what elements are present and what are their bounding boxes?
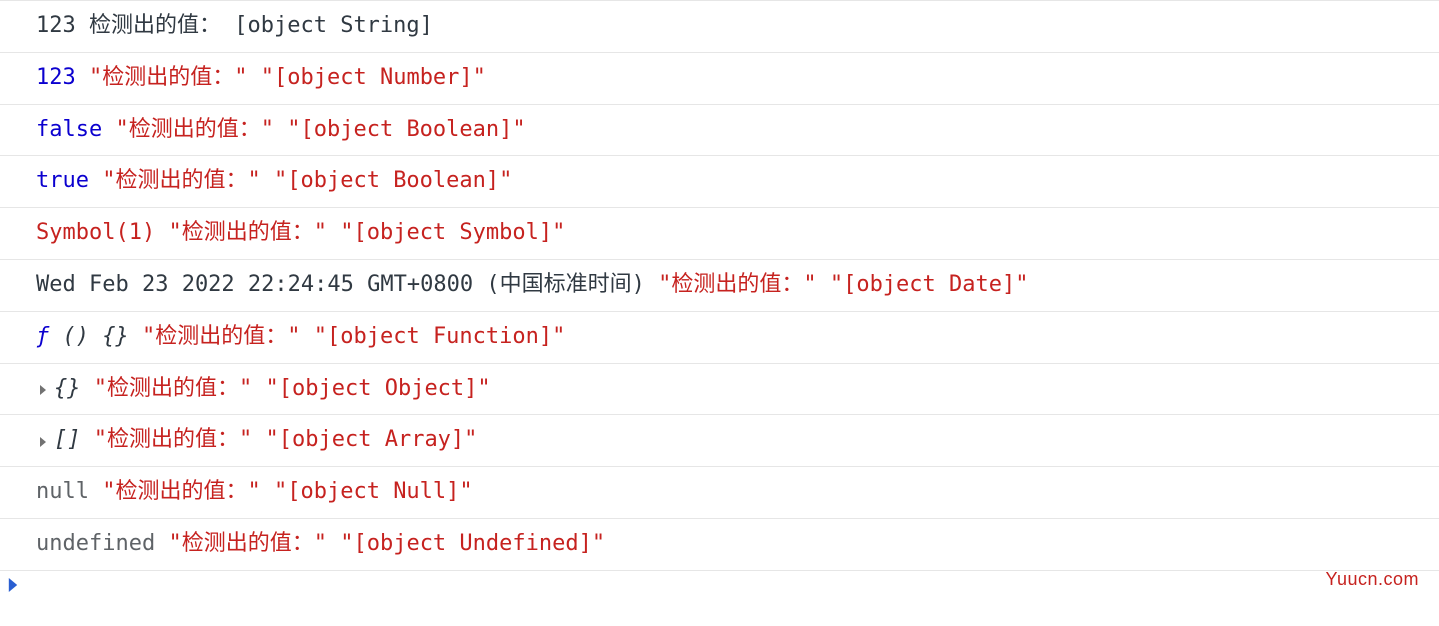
console-token xyxy=(102,115,115,146)
console-token: "检测出的值：" xyxy=(102,477,261,508)
console-row: ƒ () {} "检测出的值：" "[object Function]" xyxy=(0,312,1439,364)
console-token: "检测出的值：" xyxy=(658,270,817,301)
console-token xyxy=(248,63,261,94)
console-token xyxy=(155,218,168,249)
console-token xyxy=(274,115,287,146)
console-row: undefined "检测出的值：" "[object Undefined]" xyxy=(0,519,1439,571)
console-token: "[object Object]" xyxy=(266,374,491,405)
console-token: Symbol(1) xyxy=(36,218,155,249)
console-token: () {} xyxy=(49,322,128,353)
console-token xyxy=(327,218,340,249)
console-token: undefined xyxy=(36,529,155,560)
console-token xyxy=(81,425,94,456)
console-row: null "检测出的值：" "[object Null]" xyxy=(0,467,1439,519)
console-prompt-row[interactable] xyxy=(0,571,1439,599)
console-token: "[object Boolean]" xyxy=(274,166,512,197)
console-token: "检测出的值：" xyxy=(115,115,274,146)
console-token: "[object Boolean]" xyxy=(287,115,525,146)
console-row: true "检测出的值：" "[object Boolean]" xyxy=(0,156,1439,208)
console-token xyxy=(300,322,313,353)
console-token xyxy=(817,270,830,301)
console-token: 123 xyxy=(36,63,76,94)
console-token xyxy=(252,425,265,456)
console-token: "检测出的值：" xyxy=(94,374,253,405)
console-token xyxy=(261,166,274,197)
console-row: Symbol(1) "检测出的值：" "[object Symbol]" xyxy=(0,208,1439,260)
console-token xyxy=(252,374,265,405)
console-input[interactable] xyxy=(24,571,1431,598)
console-token: [object String] xyxy=(234,11,433,42)
console-row: Wed Feb 23 2022 22:24:45 GMT+0800 (中国标准时… xyxy=(0,260,1439,312)
console-token xyxy=(645,270,658,301)
console-token: 123 检测出的值： xyxy=(36,11,234,42)
chevron-right-icon xyxy=(6,578,24,592)
console-token: true xyxy=(36,166,89,197)
console-token xyxy=(89,477,102,508)
watermark-text: Yuucn.com xyxy=(1325,567,1419,592)
console-token: "检测出的值：" xyxy=(168,529,327,560)
console-token: "[object Array]" xyxy=(266,425,478,456)
console-token: "[object Symbol]" xyxy=(340,218,565,249)
triangle-right-icon[interactable] xyxy=(36,435,50,449)
console-row: 123 "检测出的值：" "[object Number]" xyxy=(0,53,1439,105)
console-token: "检测出的值：" xyxy=(102,166,261,197)
console-token xyxy=(327,529,340,560)
console-token: null xyxy=(36,477,89,508)
console-token: Wed Feb 23 2022 22:24:45 GMT+0800 (中国标准时… xyxy=(36,270,645,301)
triangle-right-icon[interactable] xyxy=(36,383,50,397)
console-token: ƒ xyxy=(36,322,49,353)
console-token xyxy=(76,63,89,94)
console-rows: 123 检测出的值： [object String]123 "检测出的值：" "… xyxy=(0,0,1439,571)
console-token: "检测出的值：" xyxy=(168,218,327,249)
console-token: "[object Date]" xyxy=(830,270,1029,301)
console-token: "检测出的值：" xyxy=(142,322,301,353)
console-token: "[object Number]" xyxy=(261,63,486,94)
console-token: "检测出的值：" xyxy=(89,63,248,94)
console-token xyxy=(155,529,168,560)
console-token: {} xyxy=(54,374,81,405)
console-row: 123 检测出的值： [object String] xyxy=(0,0,1439,53)
console-row: [] "检测出的值：" "[object Array]" xyxy=(0,415,1439,467)
console-token: "检测出的值：" xyxy=(94,425,253,456)
console-token: "[object Null]" xyxy=(274,477,473,508)
console-token: "[object Function]" xyxy=(314,322,566,353)
console-token xyxy=(81,374,94,405)
console-token xyxy=(261,477,274,508)
console-token xyxy=(129,322,142,353)
console-token xyxy=(89,166,102,197)
console-panel: 123 检测出的值： [object String]123 "检测出的值：" "… xyxy=(0,0,1439,626)
console-token: [] xyxy=(54,425,81,456)
console-row: {} "检测出的值：" "[object Object]" xyxy=(0,364,1439,416)
console-token: "[object Undefined]" xyxy=(340,529,605,560)
console-token: false xyxy=(36,115,102,146)
console-row: false "检测出的值：" "[object Boolean]" xyxy=(0,105,1439,157)
